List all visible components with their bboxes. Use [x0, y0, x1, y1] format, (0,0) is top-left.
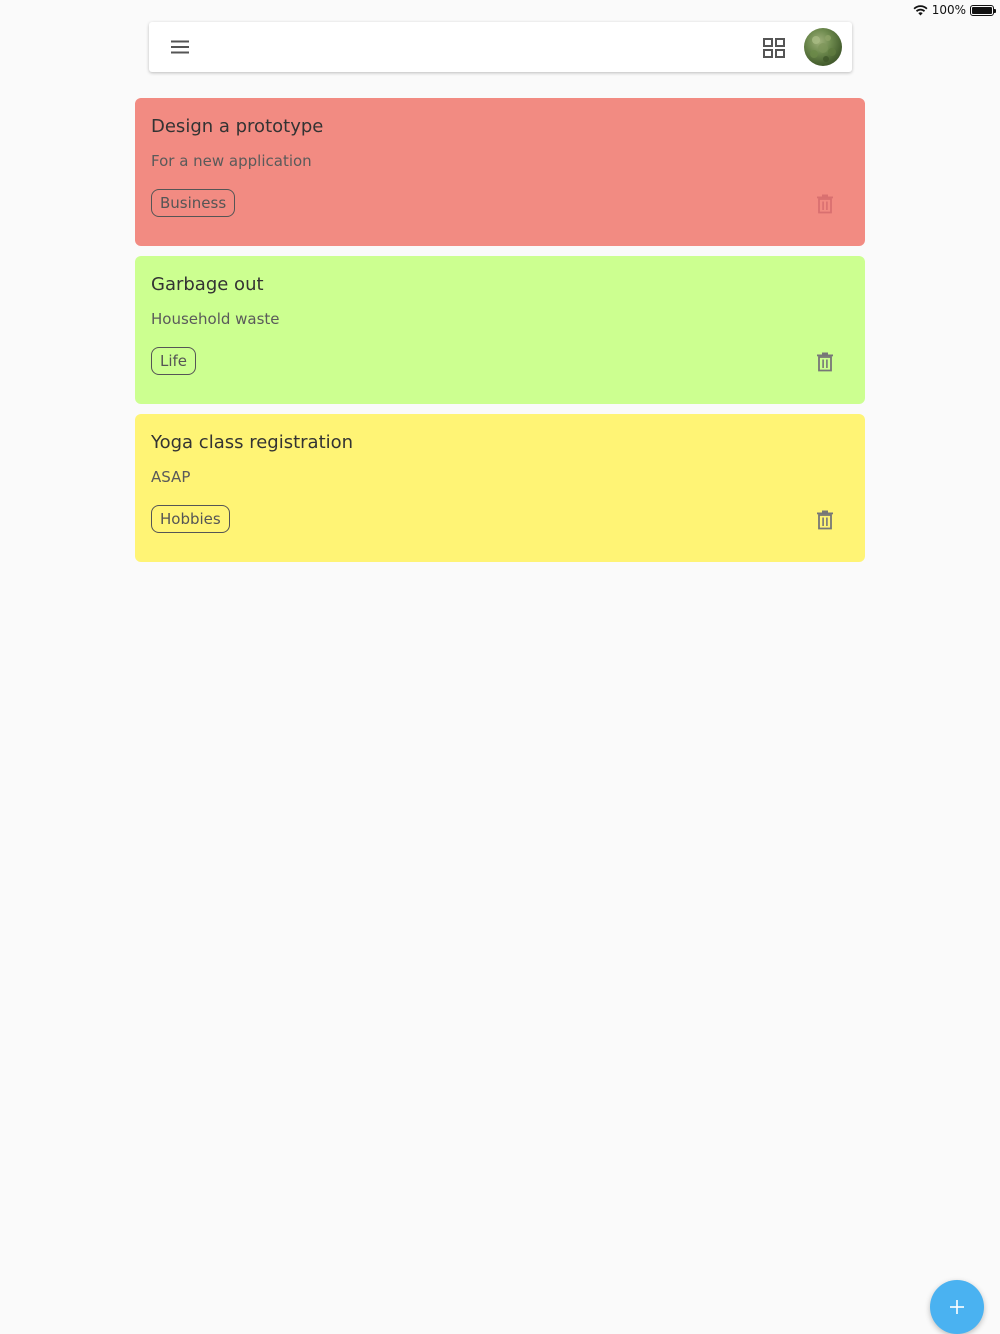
note-title: Garbage out	[151, 274, 264, 295]
note-description: Household waste	[151, 310, 280, 328]
delete-icon[interactable]	[816, 510, 836, 530]
wifi-icon	[913, 5, 928, 16]
note-title: Yoga class registration	[151, 432, 354, 453]
status-indicators: 100%	[913, 2, 996, 18]
battery-percentage: 100%	[931, 3, 966, 17]
grid-view-icon[interactable]	[761, 35, 787, 61]
note-card[interactable]: Garbage out Household waste Life	[135, 256, 865, 404]
hamburger-menu-icon[interactable]	[167, 34, 193, 60]
note-tag[interactable]: Hobbies	[151, 505, 230, 533]
note-description: For a new application	[151, 152, 312, 170]
notes-list: Design a prototype For a new application…	[135, 98, 865, 572]
status-bar: 100%	[0, 0, 1000, 20]
note-title: Design a prototype	[151, 116, 324, 137]
delete-icon[interactable]	[816, 194, 836, 214]
note-tag[interactable]: Business	[151, 189, 236, 217]
note-card[interactable]: Yoga class registration ASAP Hobbies	[135, 414, 865, 562]
add-note-button[interactable]	[930, 1280, 984, 1334]
delete-icon[interactable]	[816, 352, 836, 372]
note-description: ASAP	[151, 468, 191, 486]
user-avatar[interactable]	[804, 28, 842, 66]
top-toolbar	[149, 22, 852, 72]
plus-icon	[950, 1300, 964, 1314]
note-card[interactable]: Design a prototype For a new application…	[135, 98, 865, 246]
battery-icon	[970, 4, 996, 16]
note-tag[interactable]: Life	[151, 347, 197, 375]
